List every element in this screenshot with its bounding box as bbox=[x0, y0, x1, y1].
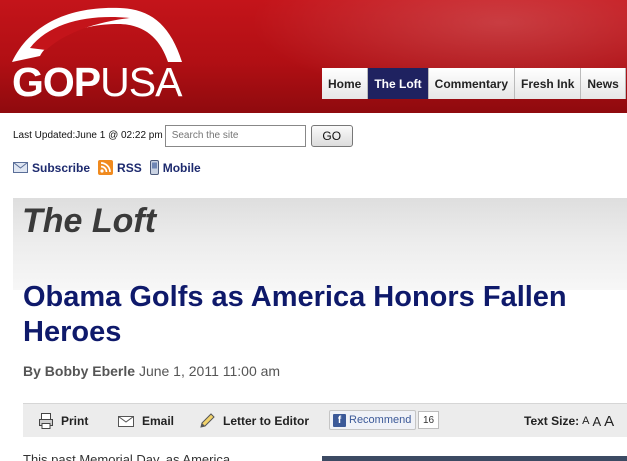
mobile-link[interactable]: Mobile bbox=[149, 160, 201, 175]
article-byline: By Bobby Eberle June 1, 2011 11:00 am bbox=[23, 363, 280, 379]
site-header: GOPUSA Home The Loft Commentary Fresh In… bbox=[0, 0, 627, 113]
subscribe-bar: Subscribe RSS Mobile bbox=[13, 160, 209, 175]
rss-icon bbox=[98, 160, 114, 175]
text-size-large[interactable]: A bbox=[604, 413, 614, 430]
mobile-label: Mobile bbox=[162, 160, 201, 175]
byline-author[interactable]: Bobby Eberle bbox=[45, 363, 135, 379]
email-label: Email bbox=[142, 414, 175, 428]
rss-link[interactable]: RSS bbox=[98, 160, 142, 175]
logo-usa-text: USA bbox=[100, 59, 182, 105]
last-updated-text: Last Updated:June 1 @ 02:22 pm bbox=[13, 130, 163, 141]
print-label: Print bbox=[61, 414, 89, 428]
section-title: The Loft bbox=[22, 202, 157, 240]
nav-item-news[interactable]: News bbox=[581, 68, 626, 99]
byline-date: June 1, 2011 11:00 am bbox=[138, 363, 281, 379]
utility-bar: Last Updated:June 1 @ 02:22 pm GO bbox=[13, 124, 353, 147]
facebook-icon: f bbox=[333, 413, 346, 427]
facebook-recommend-button[interactable]: f Recommend bbox=[329, 410, 417, 430]
site-logo[interactable]: GOPUSA bbox=[12, 59, 182, 105]
mobile-phone-icon bbox=[149, 160, 159, 175]
nav-item-home[interactable]: Home bbox=[322, 68, 369, 99]
article-body-start: This past Memorial Day, as America bbox=[23, 452, 231, 461]
search-input[interactable] bbox=[164, 124, 306, 147]
rss-label: RSS bbox=[117, 160, 142, 175]
print-button[interactable]: Print bbox=[39, 404, 88, 438]
recommend-count: 16 bbox=[418, 411, 440, 429]
text-size-small[interactable]: A bbox=[582, 415, 589, 427]
envelope-icon bbox=[13, 162, 28, 173]
nav-item-commentary[interactable]: Commentary bbox=[428, 68, 516, 99]
subscribe-link[interactable]: Subscribe bbox=[13, 161, 90, 175]
recommend-label: Recommend bbox=[349, 414, 412, 426]
nav-item-the-loft[interactable]: The Loft bbox=[368, 68, 429, 99]
email-icon bbox=[118, 415, 134, 427]
letter-to-editor-button[interactable]: Letter to Editor bbox=[199, 404, 309, 438]
email-button[interactable]: Email bbox=[118, 404, 174, 438]
text-size-medium[interactable]: A bbox=[592, 414, 601, 429]
logo-swoosh-icon bbox=[12, 7, 182, 62]
article-tools-bar: Print Email Letter to Editor f Recommend… bbox=[23, 403, 627, 437]
article-photo bbox=[322, 456, 627, 461]
nav-item-fresh-ink[interactable]: Fresh Ink bbox=[515, 68, 582, 99]
subscribe-label: Subscribe bbox=[32, 160, 91, 175]
main-nav: Home The Loft Commentary Fresh Ink News bbox=[322, 68, 626, 99]
logo-gop-text: GOP bbox=[12, 59, 101, 105]
article-headline: Obama Golfs as America Honors Fallen Her… bbox=[23, 281, 567, 348]
byline-by: By bbox=[23, 363, 41, 379]
text-size-control: Text Size: A A A bbox=[524, 404, 614, 438]
pencil-icon bbox=[200, 413, 215, 428]
print-icon bbox=[39, 413, 53, 429]
letter-to-editor-label: Letter to Editor bbox=[223, 414, 309, 428]
text-size-label: Text Size: bbox=[524, 414, 580, 428]
go-button[interactable]: GO bbox=[310, 124, 353, 147]
